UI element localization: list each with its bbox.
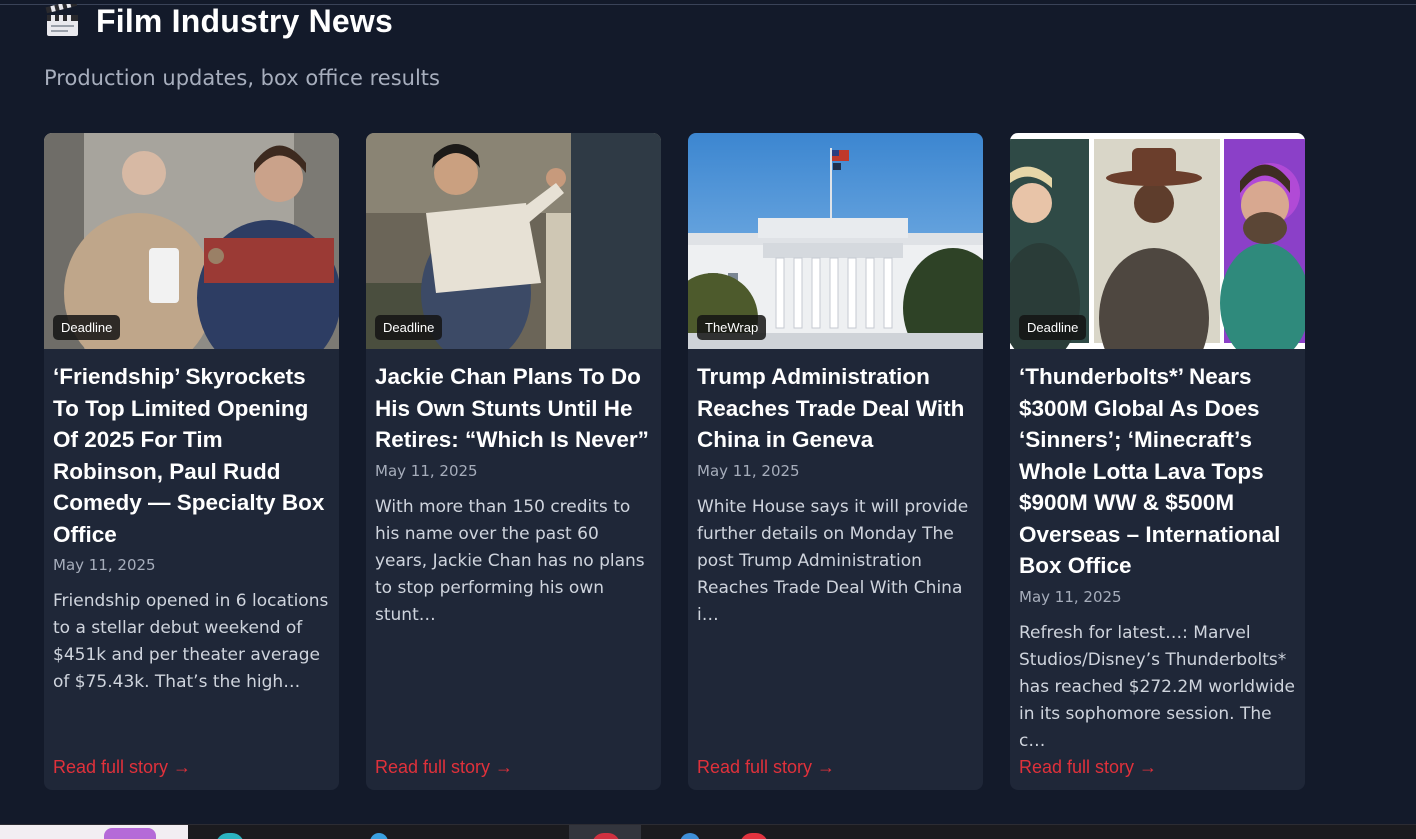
news-card[interactable]: Deadline ‘Thunderbolts*’ Nears $300M Glo… [1010,133,1305,790]
page-subtitle: Production updates, box office results [44,66,440,90]
article-date: May 11, 2025 [697,461,800,480]
card-body: ‘Thunderbolts*’ Nears $300M Global As Do… [1010,349,1305,755]
source-badge: TheWrap [697,315,767,340]
read-full-story-link[interactable]: Read full story → [375,757,513,778]
os-taskbar [0,824,1416,839]
article-headline[interactable]: ‘Friendship’ Skyrockets To Top Limited O… [53,361,330,550]
card-body: ‘Friendship’ Skyrockets To Top Limited O… [44,349,339,696]
page-header: Film Industry News Production updates, b… [44,0,440,90]
article-thumbnail[interactable]: Deadline [366,133,661,349]
article-headline[interactable]: Jackie Chan Plans To Do His Own Stunts U… [375,361,652,456]
source-badge: Deadline [375,315,443,340]
article-date: May 11, 2025 [1019,587,1122,606]
source-badge: Deadline [53,315,121,340]
article-headline[interactable]: ‘Thunderbolts*’ Nears $300M Global As Do… [1019,361,1296,582]
article-date: May 11, 2025 [53,556,156,574]
read-full-story-link[interactable]: Read full story → [53,757,191,778]
app-icon[interactable] [740,833,768,839]
read-full-story-link[interactable]: Read full story → [697,757,835,778]
title-row: Film Industry News [44,0,393,42]
news-card[interactable]: Deadline Jackie Chan Plans To Do His Own… [366,133,661,790]
taskbar-window-preview[interactable] [0,825,188,839]
article-excerpt: Friendship opened in 6 locations to a st… [53,591,329,692]
article-headline[interactable]: Trump Administration Reaches Trade Deal … [697,361,974,456]
page-title: Film Industry News [96,2,393,39]
article-thumbnail[interactable]: Deadline [1010,133,1305,349]
app-icon[interactable] [680,833,700,839]
article-excerpt: With more than 150 credits to his name o… [375,496,645,625]
article-thumbnail[interactable]: Deadline [44,133,339,349]
article-excerpt: Refresh for latest…: Marvel Studios/Disn… [1019,622,1295,751]
news-card[interactable]: Deadline ‘Friendship’ Skyrockets To Top … [44,133,339,790]
read-full-story-link[interactable]: Read full story → [1019,757,1157,778]
news-card-grid: Deadline ‘Friendship’ Skyrockets To Top … [44,133,1305,790]
article-excerpt: White House says it will provide further… [697,496,969,625]
clapperboard-icon [44,0,82,38]
news-card[interactable]: TheWrap Trump Administration Reaches Tra… [688,133,983,790]
app-icon[interactable] [216,833,244,839]
app-icon[interactable] [370,833,388,839]
card-body: Jackie Chan Plans To Do His Own Stunts U… [366,349,661,629]
article-thumbnail[interactable]: TheWrap [688,133,983,349]
source-badge: Deadline [1019,315,1087,340]
card-body: Trump Administration Reaches Trade Deal … [688,349,983,629]
article-date: May 11, 2025 [375,461,478,480]
